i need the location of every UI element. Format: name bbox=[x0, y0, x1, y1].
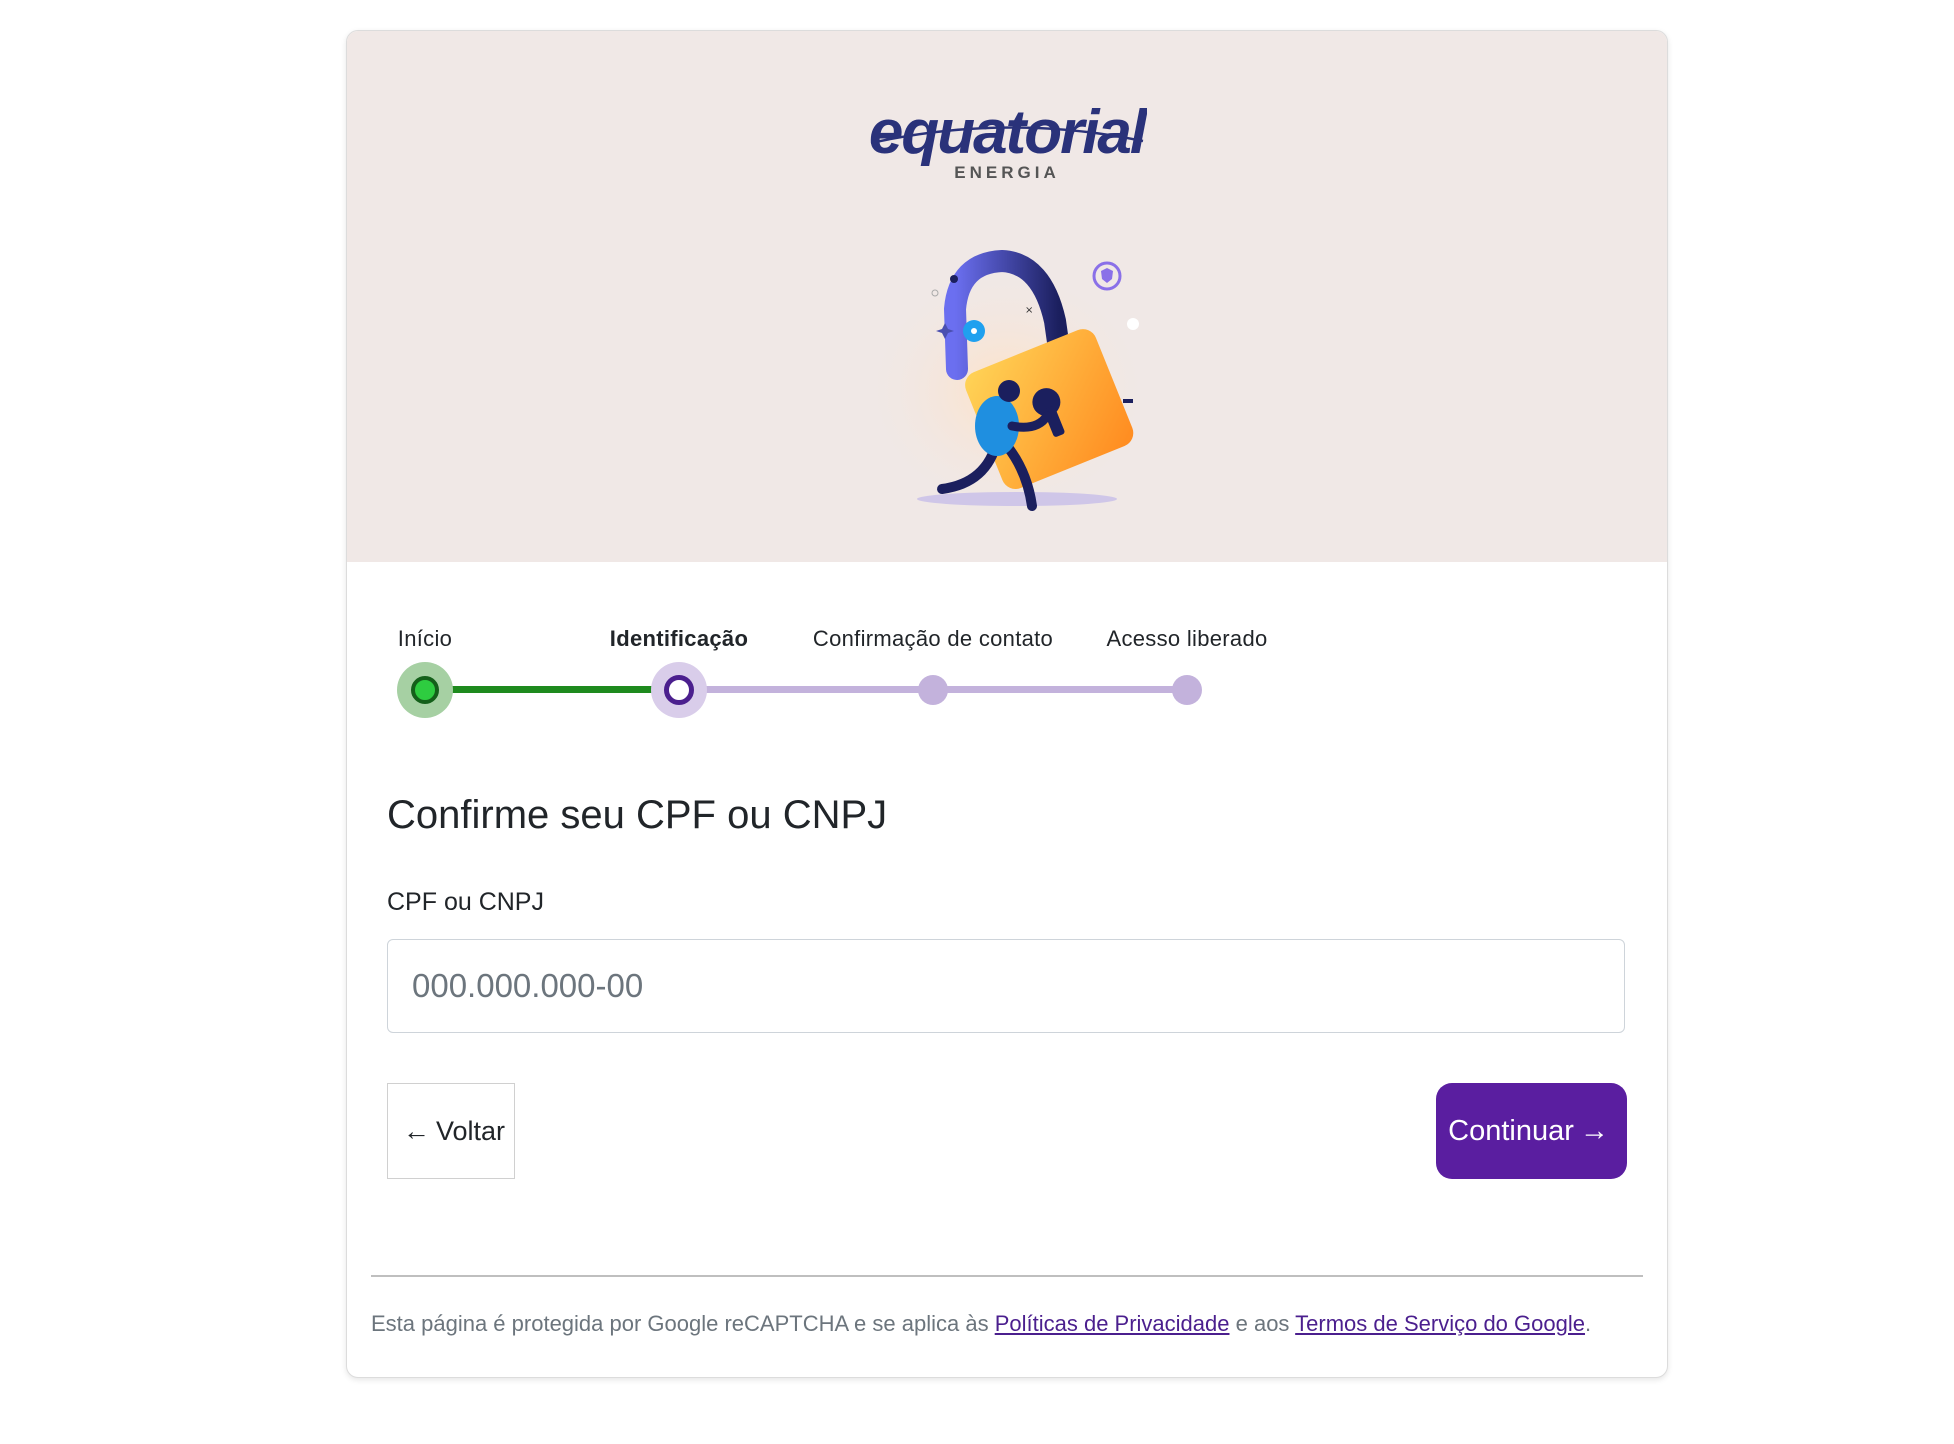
progress-stepper: Início Identificação Confirmação de cont… bbox=[347, 562, 1667, 742]
step-label-inicio: Início bbox=[397, 626, 453, 651]
step-dot-confirmacao bbox=[918, 675, 948, 705]
cpf-cnpj-label: CPF ou CNPJ bbox=[387, 888, 544, 916]
equatorial-logo: equatorial ENERGIA bbox=[869, 98, 1147, 182]
arrow-left-icon: ← bbox=[402, 1115, 430, 1146]
back-button[interactable]: ← Voltar bbox=[387, 1083, 515, 1179]
logo-wordmark: equatorial bbox=[869, 98, 1147, 167]
step-label-acesso: Acesso liberado bbox=[1106, 626, 1268, 651]
page-title: Confirme seu CPF ou CNPJ bbox=[387, 793, 888, 837]
logo-subtext: ENERGIA bbox=[954, 163, 1059, 182]
login-card: equatorial ENERGIA × Início Identificaçã… bbox=[346, 30, 1668, 1378]
recaptcha-text-middle: e aos bbox=[1229, 1311, 1296, 1336]
step-label-confirmacao: Confirmação de contato bbox=[812, 626, 1054, 651]
step-dot-identificacao bbox=[664, 675, 694, 705]
step-dot-acesso bbox=[1172, 675, 1202, 705]
step-dot-inicio bbox=[411, 676, 439, 704]
footer-divider bbox=[371, 1275, 1643, 1277]
continue-button[interactable]: Continuar → bbox=[1436, 1083, 1627, 1179]
cpf-cnpj-input[interactable] bbox=[387, 939, 1625, 1033]
continue-button-label: Continuar bbox=[1448, 1114, 1574, 1147]
terms-of-service-link[interactable]: Termos de Serviço do Google bbox=[1295, 1311, 1585, 1336]
privacy-policy-link[interactable]: Políticas de Privacidade bbox=[995, 1311, 1230, 1336]
step-label-identificacao: Identificação bbox=[609, 626, 749, 651]
back-button-label: Voltar bbox=[435, 1115, 506, 1146]
recaptcha-notice: Esta página é protegida por Google reCAP… bbox=[371, 1307, 1643, 1341]
arrow-right-icon: → bbox=[1579, 1114, 1609, 1147]
svg-text:×: × bbox=[1025, 305, 1033, 316]
padlock-illustration-icon: × bbox=[857, 249, 1157, 521]
stepper-track-done bbox=[425, 686, 679, 693]
hero-banner: equatorial ENERGIA × bbox=[347, 31, 1667, 562]
recaptcha-text-after: . bbox=[1584, 1311, 1592, 1336]
recaptcha-text-before: Esta página é protegida por Google reCAP… bbox=[371, 1311, 995, 1336]
